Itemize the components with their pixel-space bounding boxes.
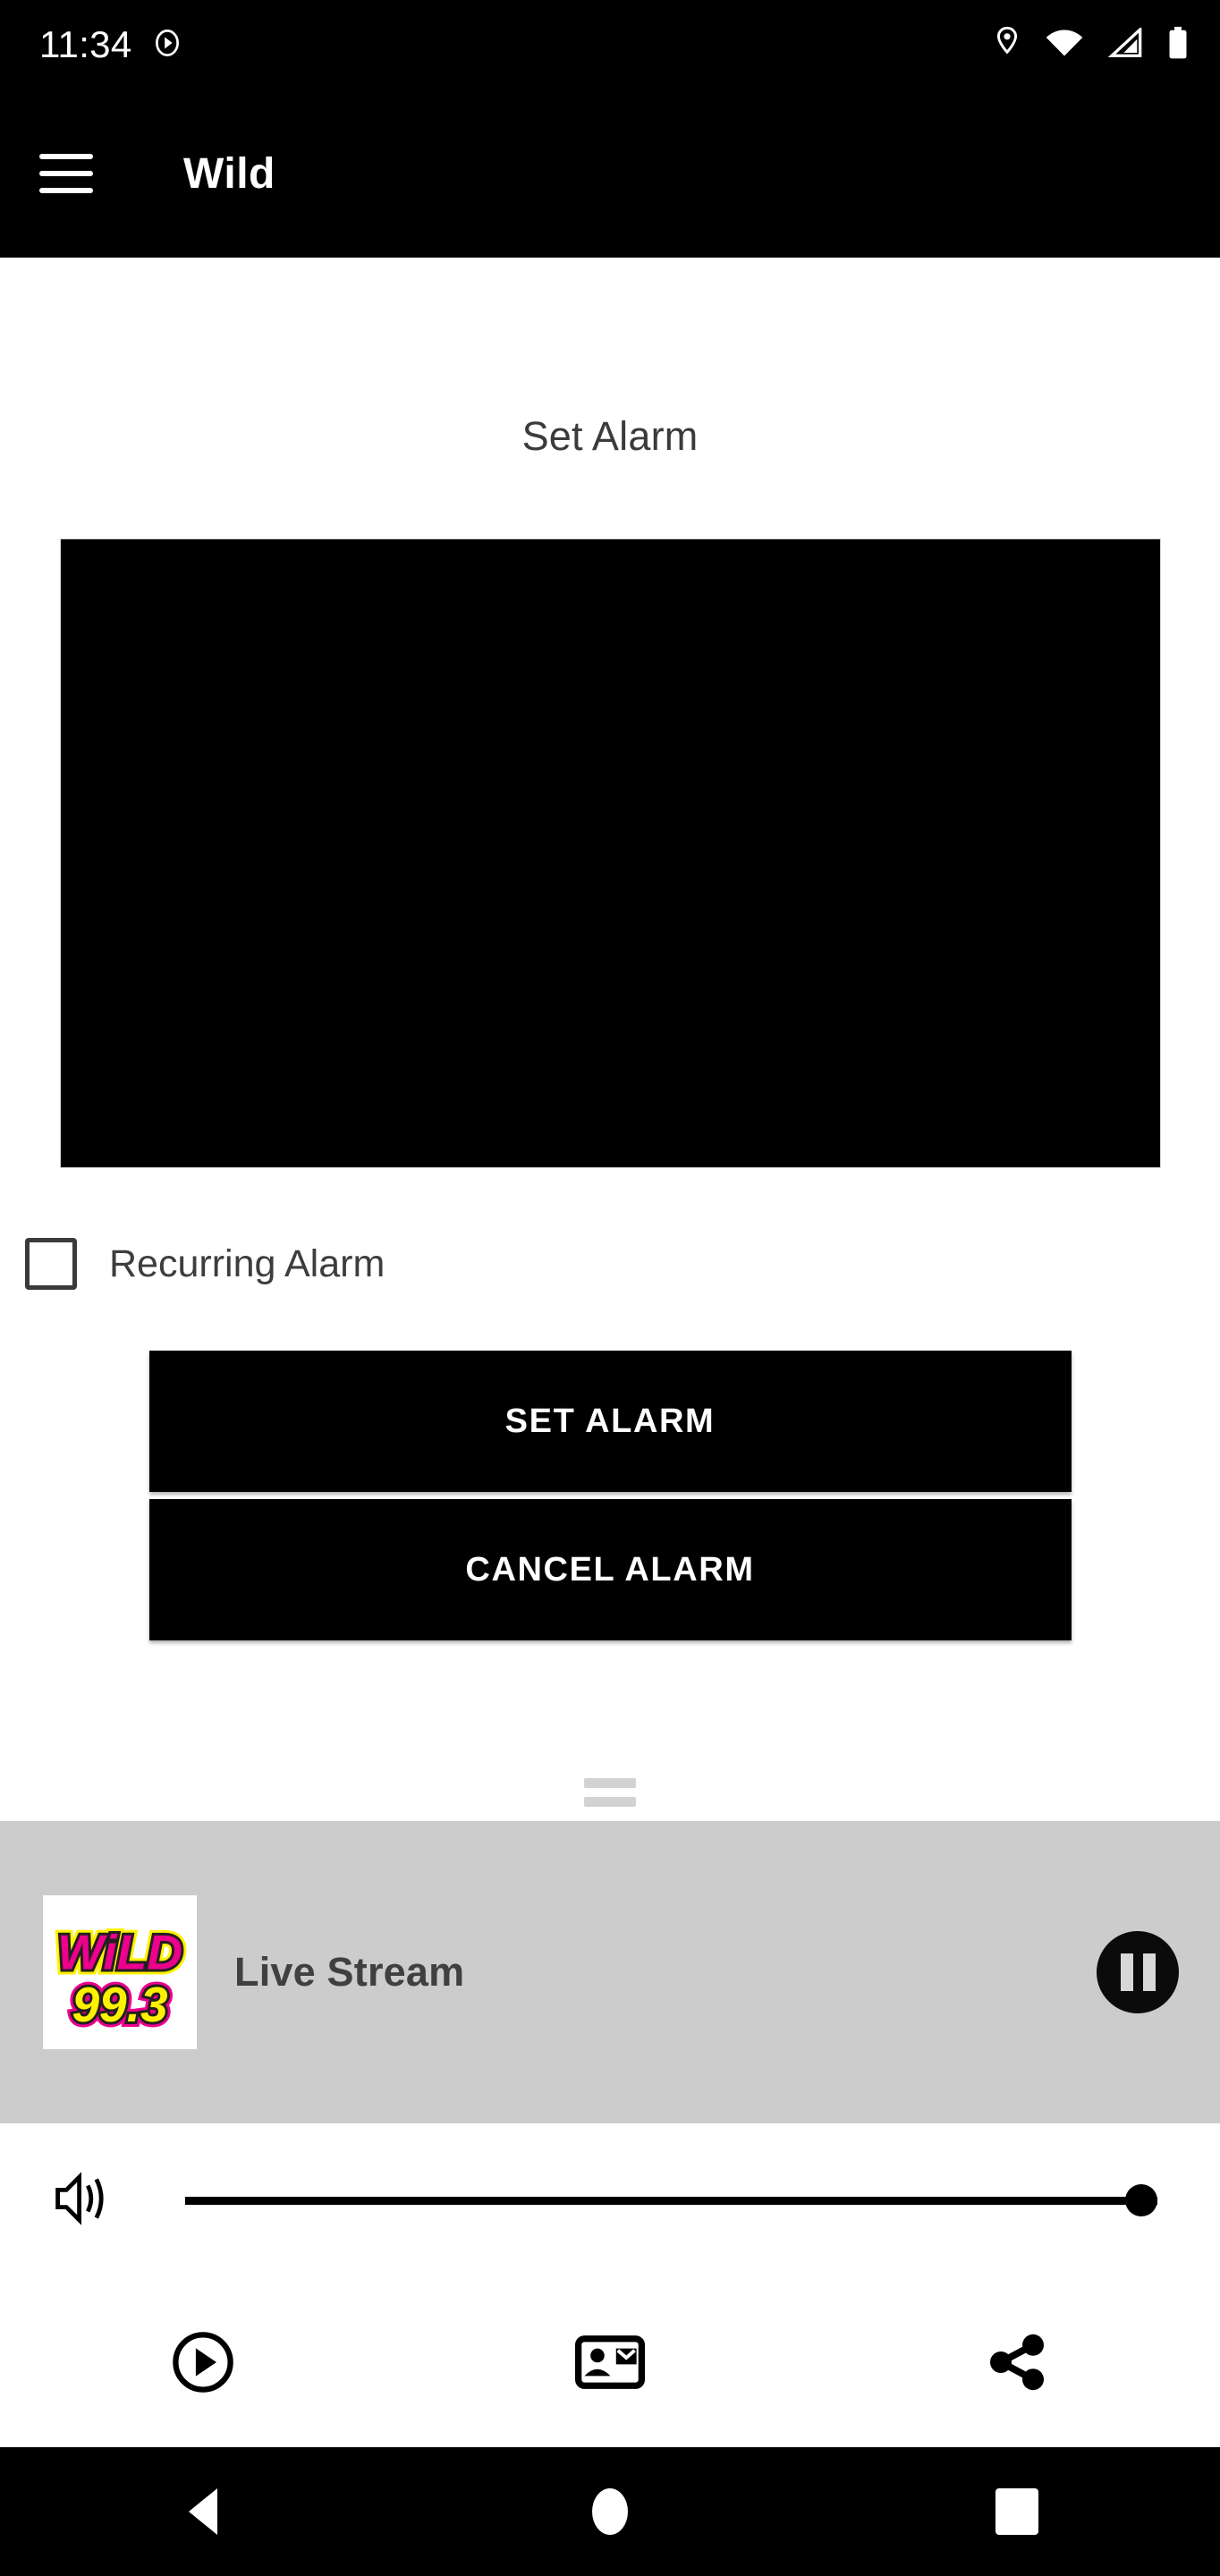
share-icon[interactable] <box>813 2330 1220 2394</box>
hamburger-menu-icon[interactable] <box>39 154 93 193</box>
app-bar: Wild <box>0 89 1220 258</box>
nav-home-button[interactable] <box>407 2488 814 2535</box>
battery-icon <box>1166 26 1190 64</box>
set-alarm-button[interactable]: SET ALARM <box>148 1351 1072 1492</box>
alarm-buttons: SET ALARM CANCEL ALARM <box>0 1351 1220 1640</box>
drag-handle-bar <box>584 1778 636 1788</box>
play-circle-icon <box>152 28 182 63</box>
pause-button[interactable] <box>1097 1931 1179 2013</box>
player-drag-handle[interactable] <box>0 1778 1220 1821</box>
action-icons-row <box>0 2277 1220 2447</box>
hamburger-bar <box>39 188 93 193</box>
cancel-alarm-button[interactable]: CANCEL ALARM <box>148 1499 1072 1640</box>
cellular-signal-icon <box>1107 25 1143 63</box>
nav-back-button[interactable] <box>0 2488 407 2535</box>
volume-slider[interactable] <box>185 2182 1157 2218</box>
volume-row <box>0 2123 1220 2277</box>
android-nav-bar <box>0 2447 1220 2576</box>
station-logo: WiLD WiLD WiLD 99.3 99.3 99.3 <box>43 1895 197 2049</box>
contact-card-icon[interactable] <box>407 2335 814 2389</box>
volume-slider-track <box>185 2196 1157 2205</box>
volume-slider-thumb[interactable] <box>1125 2184 1157 2216</box>
pause-icon-bar <box>1142 1953 1156 1991</box>
back-triangle-icon <box>189 2488 218 2535</box>
nav-recents-button[interactable] <box>813 2488 1220 2535</box>
play-circle-icon[interactable] <box>0 2330 407 2394</box>
svg-text:99.3: 99.3 <box>72 1977 167 2032</box>
hamburger-bar <box>39 171 93 176</box>
recurring-alarm-row[interactable]: Recurring Alarm <box>0 1238 1220 1290</box>
drag-handle-bar <box>584 1797 636 1807</box>
hamburger-bar <box>39 154 93 159</box>
status-bar-right <box>993 25 1190 64</box>
status-bar: 11:34 <box>0 0 1220 89</box>
page-title: Set Alarm <box>521 413 699 459</box>
main-content: Set Alarm Recurring Alarm SET ALARM CANC… <box>0 258 1220 1821</box>
status-bar-clock: 11:34 <box>39 23 132 65</box>
recurring-alarm-label: Recurring Alarm <box>109 1241 385 1285</box>
volume-up-icon[interactable] <box>49 2166 128 2235</box>
svg-text:WiLD: WiLD <box>57 1925 182 1980</box>
home-circle-icon <box>592 2488 628 2535</box>
time-picker-container <box>0 538 1220 1168</box>
player-bar: WiLD WiLD WiLD 99.3 99.3 99.3 Live Strea… <box>0 1821 1220 2123</box>
pause-icon-bar <box>1120 1953 1133 1991</box>
recents-square-icon <box>995 2488 1038 2535</box>
app-title: Wild <box>183 149 275 198</box>
recurring-alarm-checkbox[interactable] <box>25 1238 77 1290</box>
track-title: Live Stream <box>234 1949 465 1995</box>
phone-screen: 11:34 Wild Set Alarm Recurring Alarm SET… <box>0 0 1220 2576</box>
wild-99-3-logo: WiLD WiLD WiLD 99.3 99.3 99.3 <box>43 1895 197 2049</box>
wifi-icon <box>1045 28 1084 63</box>
status-bar-left: 11:34 <box>39 26 182 64</box>
time-picker[interactable] <box>59 538 1161 1168</box>
location-pin-icon <box>993 26 1021 64</box>
